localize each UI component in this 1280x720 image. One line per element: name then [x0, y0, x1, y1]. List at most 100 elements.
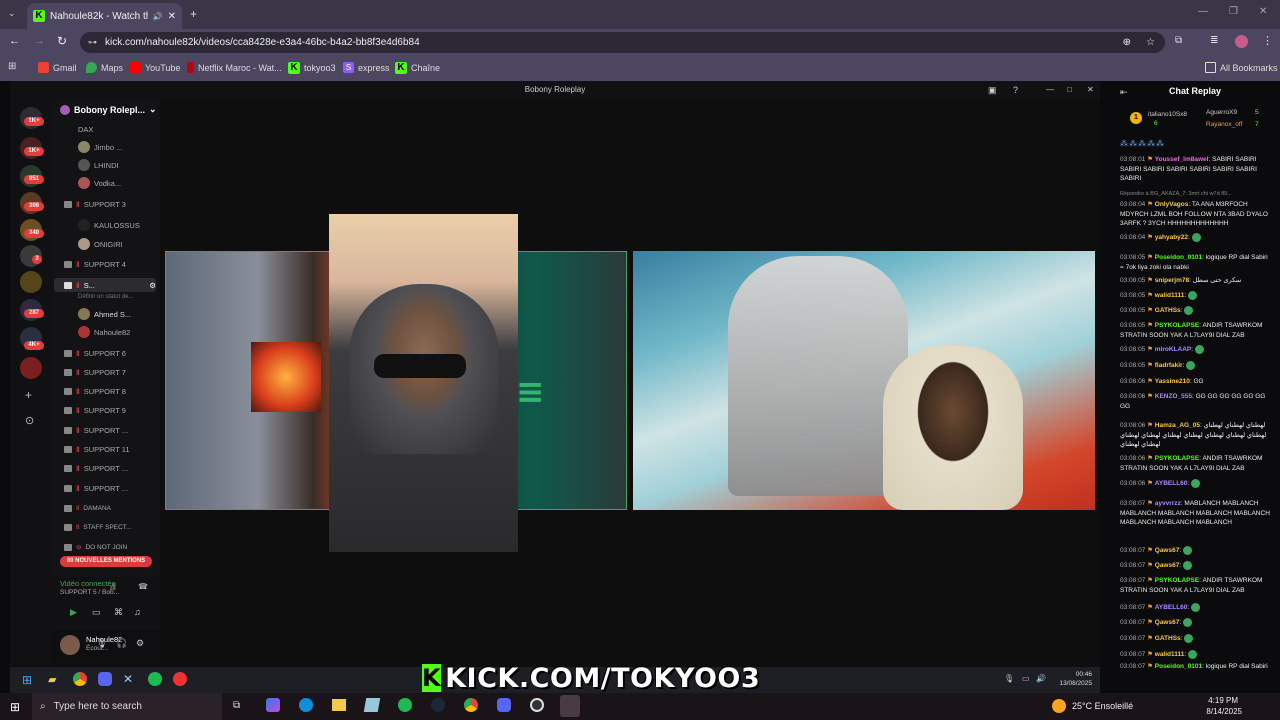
- chat-username[interactable]: AYBELL60: [1155, 480, 1188, 487]
- headphones-icon[interactable]: 🎧: [116, 638, 127, 649]
- spotify-icon[interactable]: [398, 698, 412, 712]
- explore-servers-icon[interactable]: ⊙: [25, 414, 34, 427]
- inbox-icon[interactable]: ▣: [988, 81, 997, 99]
- soundboard-icon[interactable]: ♫: [134, 607, 141, 617]
- voice-channel[interactable]: Ⅱ SUPPORT ...: [64, 426, 128, 435]
- edge-icon[interactable]: [299, 698, 313, 712]
- discord-minimize-icon[interactable]: —: [1046, 81, 1054, 99]
- minimize-window-icon[interactable]: —: [1198, 6, 1208, 17]
- chat-username[interactable]: Poseidon_0101: [1155, 254, 1202, 261]
- camera-icon[interactable]: ▶: [70, 607, 77, 618]
- tab-list-icon[interactable]: ⌄: [8, 8, 16, 19]
- activity-icon[interactable]: ⌘: [114, 607, 123, 618]
- zoom-icon[interactable]: ⊕: [1123, 32, 1131, 53]
- site-info-icon[interactable]: ⊶: [88, 32, 97, 53]
- restore-window-icon[interactable]: ❐: [1229, 6, 1238, 17]
- voice-channel[interactable]: Ⅱ STAFF SPECT...: [64, 523, 131, 531]
- chat-username[interactable]: Qaws67: [1155, 562, 1180, 569]
- steam-icon[interactable]: [431, 698, 445, 712]
- chat-username[interactable]: ayvvrrzz: [1155, 500, 1181, 507]
- voice-user[interactable]: LHINDI: [78, 159, 119, 171]
- chat-username[interactable]: OnlyVagos: [1155, 201, 1189, 208]
- chat-username[interactable]: PSYKOLAPSE: [1155, 322, 1199, 329]
- voice-user[interactable]: KAULOSSUS: [78, 219, 140, 231]
- voice-channel-support-3[interactable]: Ⅱ SUPPORT 3: [64, 200, 126, 209]
- voice-user[interactable]: DAX: [78, 125, 93, 134]
- bookmark-tokyoo3[interactable]: Ktokyoo3: [288, 62, 336, 74]
- chat-username[interactable]: Youssef_Im8awel: [1155, 156, 1209, 163]
- discord-icon[interactable]: [98, 672, 112, 686]
- discord-close-icon[interactable]: ✕: [1087, 81, 1094, 99]
- help-icon[interactable]: ?: [1013, 81, 1018, 99]
- chat-username[interactable]: sniperjm78: [1155, 277, 1189, 284]
- chrome-icon[interactable]: [464, 698, 478, 712]
- weather-text[interactable]: 25°C Ensoleillé: [1072, 701, 1133, 711]
- server-icon[interactable]: [20, 357, 42, 379]
- file-explorer-icon[interactable]: [332, 699, 346, 711]
- user-settings-icon[interactable]: ⚙: [136, 638, 144, 649]
- voice-channel[interactable]: Ⅱ SUPPORT 9: [64, 406, 126, 415]
- status-hint[interactable]: Définir un statut de...: [78, 294, 133, 300]
- voice-channel-support-4[interactable]: Ⅱ SUPPORT 4: [64, 260, 126, 269]
- voice-channel[interactable]: Ⅱ SUPPORT 7: [64, 368, 126, 377]
- chat-username[interactable]: Qaws67: [1155, 619, 1180, 626]
- voice-channel[interactable]: Ⅱ DAMANA: [64, 504, 111, 512]
- bookmark-youtube[interactable]: YouTube: [130, 62, 180, 73]
- reload-icon[interactable]: ↻: [57, 34, 67, 48]
- voice-user[interactable]: Jimbo ...: [78, 141, 122, 153]
- disconnect-icon[interactable]: ☎: [138, 582, 148, 591]
- apps-grid-icon[interactable]: ⊞: [8, 61, 16, 72]
- settings-gear-icon[interactable]: ⚙: [149, 281, 156, 290]
- chat-username[interactable]: walid1111: [1155, 292, 1185, 299]
- windows-start-icon[interactable]: ⊞: [10, 700, 20, 714]
- chat-username[interactable]: KENZO_555: [1155, 393, 1192, 400]
- obs-icon[interactable]: [530, 698, 544, 712]
- chat-username[interactable]: Poseidon_0101: [1155, 663, 1202, 670]
- new-mentions-pill[interactable]: 80 NOUVELLES MENTIONS: [60, 556, 152, 567]
- close-window-icon[interactable]: ✕: [1259, 6, 1267, 17]
- bookmark-chaine[interactable]: K Chaîne: [395, 62, 440, 74]
- tray-network-icon[interactable]: ▭: [1022, 674, 1030, 683]
- taskbar-clock-time[interactable]: 4:19 PM: [1200, 696, 1238, 705]
- back-icon[interactable]: ←: [9, 35, 20, 47]
- tab-audio-icon[interactable]: 🔊: [153, 12, 163, 21]
- all-bookmarks[interactable]: All Bookmarks: [1205, 62, 1278, 73]
- discord-icon[interactable]: [497, 698, 511, 712]
- chat-username[interactable]: miroKLAAP: [1155, 346, 1191, 353]
- copilot-icon[interactable]: [266, 698, 280, 712]
- chat-username[interactable]: yahyaby22: [1155, 234, 1188, 241]
- taskbar-search-box[interactable]: ⌕ Type here to search: [32, 693, 222, 720]
- voice-channel[interactable]: Ⅱ SUPPORT 8: [64, 387, 126, 396]
- tray-mic-icon[interactable]: 🎙: [1004, 674, 1014, 683]
- chat-username[interactable]: PSYKOLAPSE: [1155, 455, 1199, 462]
- chat-username[interactable]: Hamza_AG_05: [1155, 422, 1200, 429]
- browser-menu-icon[interactable]: ⋮: [1262, 34, 1273, 47]
- server-icon[interactable]: [20, 271, 42, 293]
- voice-user[interactable]: Vodka...: [78, 177, 121, 189]
- chat-username[interactable]: AYBELL60: [1155, 604, 1188, 611]
- chat-username[interactable]: Yassine210: [1155, 378, 1190, 385]
- video-tile-overlay-camera[interactable]: [329, 214, 518, 552]
- app-icon[interactable]: [363, 698, 381, 712]
- bookmark-gmail[interactable]: Gmail: [38, 62, 77, 73]
- tray-volume-icon[interactable]: 🔊: [1036, 674, 1046, 683]
- screen-share-icon[interactable]: ▭: [92, 607, 101, 618]
- spotify-icon[interactable]: [148, 672, 162, 686]
- taskbar-clock-date[interactable]: 8/14/2025: [1196, 707, 1242, 716]
- chat-username[interactable]: Qaws67: [1155, 547, 1180, 554]
- extensions-icon[interactable]: ⧉: [1175, 35, 1182, 46]
- start-icon[interactable]: ⊞: [22, 673, 32, 687]
- address-bar[interactable]: ⊶ kick.com/nahoule82k/videos/cca8428e-e3…: [80, 32, 1165, 53]
- chat-username[interactable]: GATHSs: [1155, 307, 1181, 314]
- new-tab-icon[interactable]: +: [190, 7, 197, 21]
- server-header[interactable]: Bobony Rolepl... ⌄: [60, 104, 157, 115]
- voice-user[interactable]: Nahoule82: [78, 326, 130, 338]
- video-tile-right[interactable]: [633, 251, 1095, 510]
- voice-channel-active[interactable]: Ⅱ S... ⚙: [54, 278, 156, 292]
- profile-avatar-icon[interactable]: [1235, 35, 1248, 48]
- chat-username[interactable]: fladrfakir: [1155, 362, 1183, 369]
- tab-close-icon[interactable]: ✕: [168, 11, 176, 22]
- chat-username[interactable]: GATHSs: [1155, 635, 1181, 642]
- bookmark-express[interactable]: Sexpress: [343, 62, 390, 73]
- discord-maximize-icon[interactable]: □: [1067, 81, 1072, 99]
